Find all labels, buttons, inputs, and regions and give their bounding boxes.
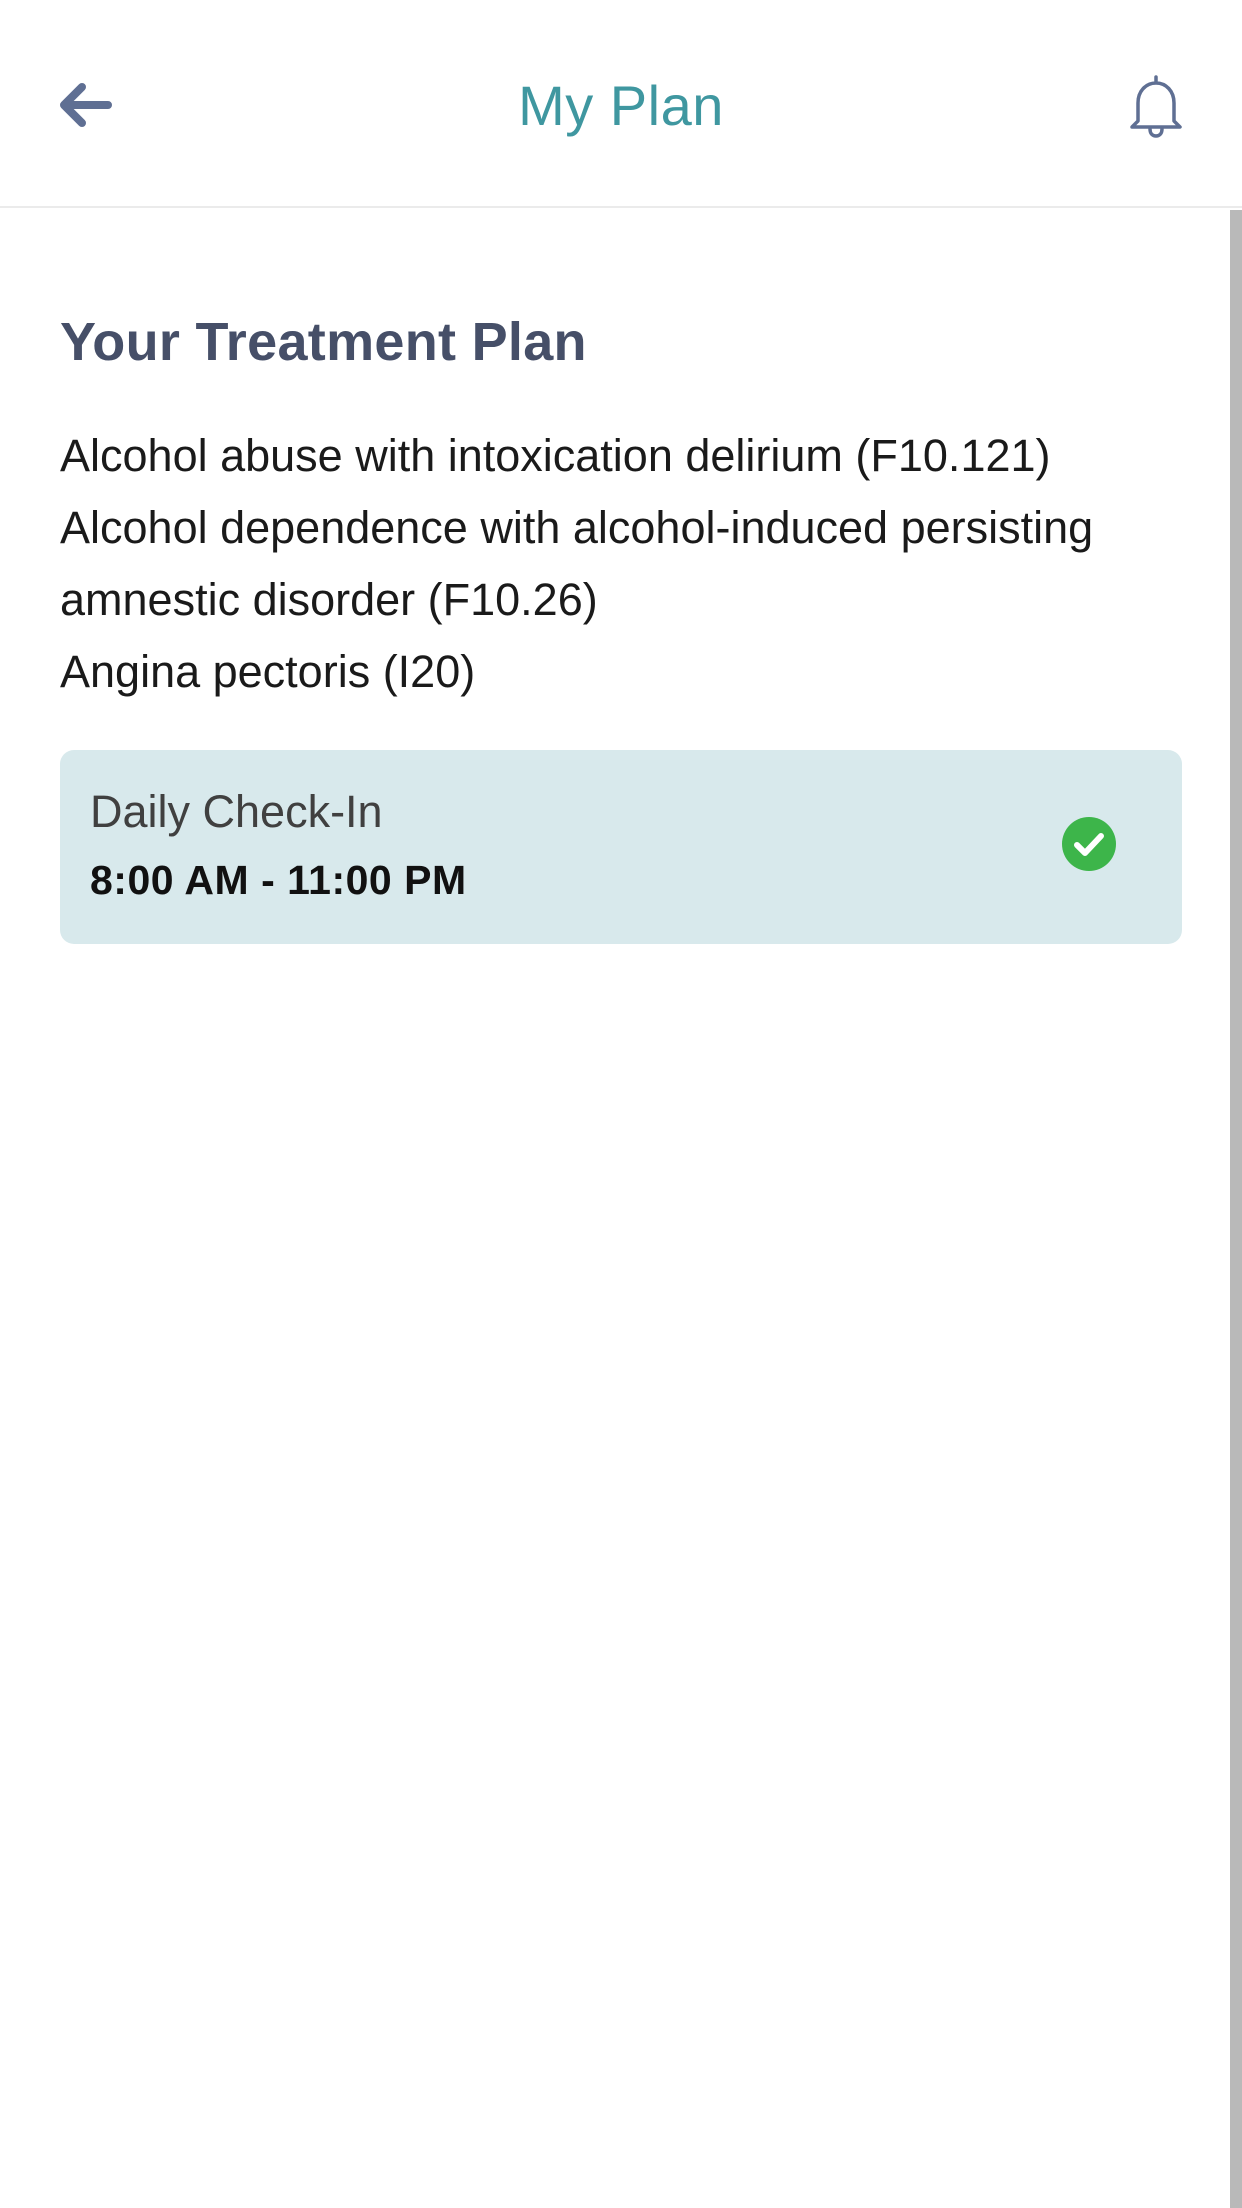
app-header: My Plan [0,0,1242,208]
diagnosis-item: Alcohol dependence with alcohol-induced … [60,502,1094,625]
notifications-button[interactable] [1108,58,1204,154]
diagnosis-item: Alcohol abuse with intoxication delirium… [60,430,1051,481]
diagnosis-item: Angina pectoris (I20) [60,646,476,697]
my-plan-screen: My Plan Your Treatment Plan Alcohol abus… [0,0,1242,2208]
check-circle-icon [1062,817,1116,871]
diagnosis-list: Alcohol abuse with intoxication delirium… [60,420,1182,708]
checkin-label: Daily Check-In [90,786,383,837]
page-title: My Plan [518,74,724,137]
plan-content: Your Treatment Plan Alcohol abuse with i… [60,210,1182,944]
checkin-time-range: 8:00 AM - 11:00 PM [90,857,467,903]
scrollbar[interactable] [1230,210,1242,2208]
section-title: Your Treatment Plan [60,312,587,372]
bell-icon [1130,75,1182,138]
daily-checkin-card[interactable]: Daily Check-In 8:00 AM - 11:00 PM [60,750,1182,944]
